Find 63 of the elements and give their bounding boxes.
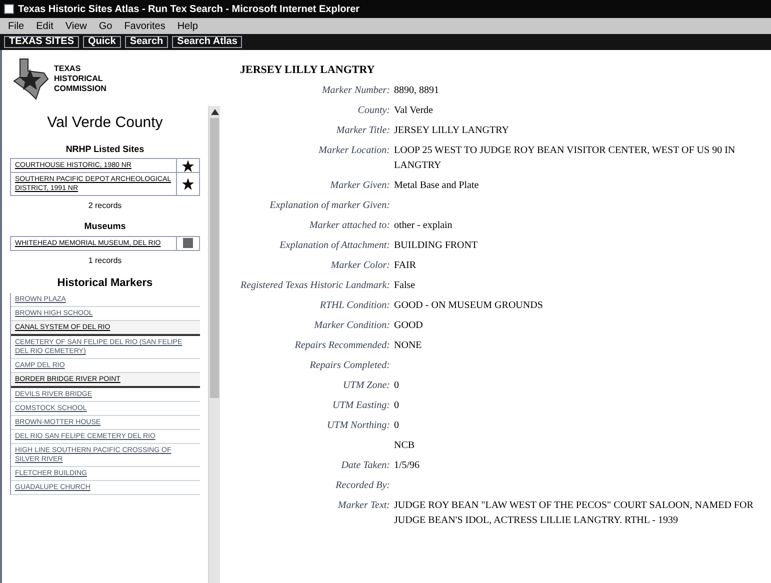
field-label: RTHL Condition: xyxy=(318,298,390,312)
field-value: False xyxy=(394,278,416,292)
toolbar-button[interactable]: Search xyxy=(124,36,168,48)
field-value: 1/5/96 xyxy=(394,458,421,472)
field-label: Marker attached to: xyxy=(308,218,390,232)
field-value: 0 xyxy=(394,398,400,412)
field-label: Marker Text: xyxy=(336,498,390,512)
menu-item[interactable]: File xyxy=(8,18,24,34)
record-count: 1 records xyxy=(87,254,123,266)
field-value: LOOP 25 WEST TO JUDGE ROY BEAN VISITOR CENTER, WEST OF US 90 IN LANGTRY xyxy=(394,144,736,172)
field-value: FAIR xyxy=(394,258,418,272)
window-title: Texas Historic Sites Atlas - Run Tex Search - Microsoft Internet Explorer xyxy=(18,2,360,16)
menu-item[interactable]: Go xyxy=(98,18,112,34)
logo-text: TEXAS HISTORICAL COMMISSION xyxy=(54,64,108,94)
field-label: Explanation of marker Given: xyxy=(268,198,390,212)
menu-item[interactable]: Help xyxy=(177,18,198,34)
menu-item[interactable]: View xyxy=(65,18,87,34)
field-value: 0 xyxy=(394,418,400,432)
field-label: Marker Number: xyxy=(320,84,390,98)
menu-item[interactable]: Edit xyxy=(36,18,54,34)
field-value: JUDGE ROY BEAN "LAW WEST OF THE PECOS" COURT SALOON, NAMED FOR JUDGE BEAN'S IDOL, ACTRESS LILLIE LANGTRY. RTHL - 1939 xyxy=(394,498,754,528)
star-icon xyxy=(182,178,194,190)
field-value: Val Verde xyxy=(394,104,434,118)
menu-item[interactable]: Favorites xyxy=(124,18,166,34)
toolbar-button[interactable]: Quick xyxy=(83,36,121,48)
marker-title: JERSEY LILLY LANGTRY xyxy=(240,63,376,78)
section-heading: NRHP Listed Sites xyxy=(64,142,146,156)
scroll-thumb[interactable] xyxy=(210,118,219,398)
field-label: Repairs Recommended: xyxy=(294,338,390,352)
field-value: JERSEY LILLY LANGTRY xyxy=(394,124,510,138)
field-value: GOOD - ON MUSEUM GROUNDS xyxy=(394,298,544,312)
field-label: Marker Color: xyxy=(330,258,390,272)
field-value: GOOD xyxy=(394,318,424,332)
field-value: NCB xyxy=(394,438,416,452)
field-value: 8890, 8891 xyxy=(394,84,440,98)
field-label: County: xyxy=(356,104,390,118)
county-heading: Val Verde County xyxy=(46,113,164,133)
field-label: Marker Given: xyxy=(329,178,390,192)
field-value: Metal Base and Plate xyxy=(394,178,480,192)
field-label: UTM Zone: xyxy=(342,378,390,392)
square-icon xyxy=(183,238,193,248)
field-label: Date Taken: xyxy=(340,458,390,472)
browser-icon xyxy=(4,4,14,14)
field-label: Explanation of Attachment: xyxy=(278,238,390,252)
field-label: Marker Title: xyxy=(335,124,390,138)
field-value: NONE xyxy=(394,338,423,352)
field-label: UTM Northing: xyxy=(326,418,390,432)
field-value: BUILDING FRONT xyxy=(394,238,479,252)
field-label: Marker Condition: xyxy=(313,318,390,332)
field-value: other - explain xyxy=(394,218,454,232)
section-heading: Historical Markers xyxy=(56,276,154,290)
toolbar-button[interactable]: TEXAS SITES xyxy=(4,36,80,48)
record-count: 2 records xyxy=(87,200,123,212)
section-heading: Museums xyxy=(83,220,127,233)
field-label: Registered Texas Historic Landmark: xyxy=(240,278,390,292)
field-value: 0 xyxy=(394,378,400,392)
field-label: Marker Location: xyxy=(318,144,390,158)
field-label: Repairs Completed: xyxy=(308,358,390,372)
scrollbar[interactable] xyxy=(208,106,220,583)
field-label: Recorded By: xyxy=(334,478,390,492)
toolbar-button[interactable]: Search Atlas xyxy=(172,36,242,48)
star-icon xyxy=(182,160,194,172)
field-label: UTM Easting: xyxy=(332,398,390,412)
